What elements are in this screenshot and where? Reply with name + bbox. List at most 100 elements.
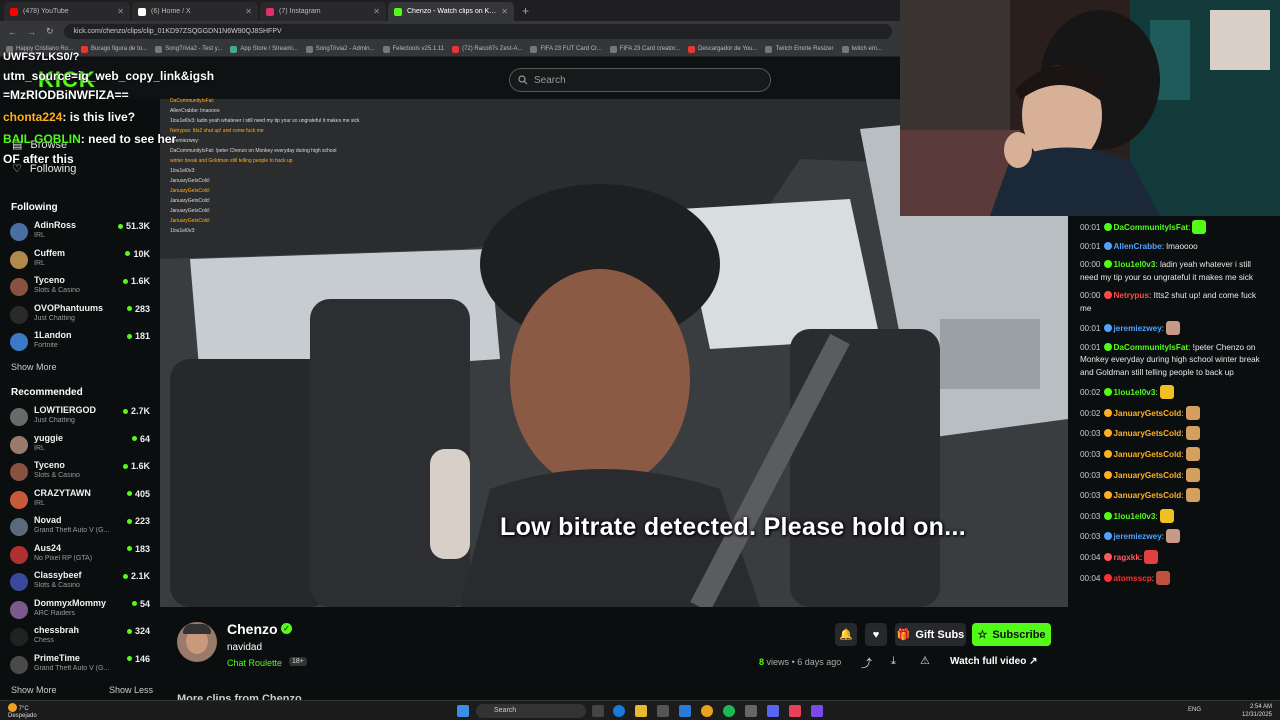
browser-tab[interactable]: (478) YouTube ✕: [4, 2, 130, 21]
taskbar-search[interactable]: Search: [476, 704, 586, 718]
tray-lang[interactable]: ENG: [1188, 707, 1201, 713]
spotify-icon[interactable]: [723, 705, 735, 717]
forward-icon[interactable]: →: [27, 27, 36, 37]
close-tab-icon[interactable]: ✕: [373, 7, 380, 16]
sidebar-channel-tyceno[interactable]: Tyceno Slots & Casino 1.6K: [10, 275, 150, 299]
task-view-icon[interactable]: [592, 705, 604, 717]
bookmark[interactable]: App Store / Streami...: [230, 45, 298, 53]
show-more-button[interactable]: Show More: [11, 685, 57, 695]
windows-start-icon[interactable]: [457, 705, 469, 717]
bookmark[interactable]: Burago figura de to...: [81, 45, 147, 53]
chat-username[interactable]: JanuaryGetsCold: [1114, 491, 1182, 500]
show-less-button[interactable]: Show Less: [109, 685, 153, 695]
chat-username[interactable]: 1lou1el0v3: [1114, 388, 1156, 397]
chat-username[interactable]: 1lou1el0v3: [1114, 512, 1156, 521]
external-link-icon: ↗: [1029, 656, 1038, 667]
file-explorer-icon[interactable]: [635, 705, 647, 717]
reload-icon[interactable]: ↻: [46, 26, 54, 37]
bookmark[interactable]: FIFA 23 Card creator...: [609, 45, 680, 53]
mini-chat-line: 1lou1el0v3:: [170, 168, 196, 174]
chat-username[interactable]: JanuaryGetsCold: [1114, 450, 1182, 459]
mini-chat-line: JanuaryGetsCold:: [170, 208, 211, 214]
notification-bell-button[interactable]: 🔔: [835, 623, 857, 646]
share-icon[interactable]: ⤴: [861, 655, 872, 671]
channel-name: AdinRoss: [34, 220, 77, 230]
chat-username[interactable]: jeremiezwey: [1114, 532, 1162, 541]
category-link[interactable]: Chat Roulette: [227, 658, 282, 668]
chat-username[interactable]: JanuaryGetsCold: [1114, 471, 1182, 480]
bookmark[interactable]: twitch em...: [841, 45, 882, 53]
sidebar-channel-1landon[interactable]: 1Landon Fortnite 181: [10, 330, 150, 354]
channel-category: Slots & Casino: [34, 582, 80, 589]
chat-username[interactable]: jeremiezwey: [1114, 324, 1162, 333]
edge-icon[interactable]: [613, 705, 625, 717]
bookmark[interactable]: (72) Raco87s Zest-A...: [452, 45, 522, 53]
bookmark[interactable]: SongTrivia2 - Admin...: [305, 45, 375, 53]
follow-heart-button[interactable]: ♥: [865, 623, 887, 646]
bookmark[interactable]: Descargador de You...: [688, 45, 757, 53]
channel-name: Classybeef: [34, 570, 82, 580]
sidebar-channel-yuggie[interactable]: yuggie IRL 64: [10, 433, 150, 457]
back-icon[interactable]: ←: [8, 27, 17, 37]
sidebar-channel-classybeef[interactable]: Classybeef Slots & Casino 2.1K: [10, 570, 150, 594]
sidebar-channel-novad[interactable]: Novad Grand Theft Auto V (G... 223: [10, 515, 150, 539]
clock[interactable]: 2:54 AM 12/31/2025: [1236, 703, 1272, 719]
settings-icon[interactable]: [745, 705, 757, 717]
close-tab-icon[interactable]: ✕: [501, 7, 508, 16]
chat-username[interactable]: AllenCrabbe: [1114, 242, 1162, 251]
watch-full-video-link[interactable]: Watch full video ↗: [950, 656, 1037, 667]
overlay-chat-message: OF after this: [3, 152, 74, 166]
chrome-icon[interactable]: [701, 705, 713, 717]
bookmarks-bar: Happy Cristiano Ro... Burago figura de t…: [0, 42, 900, 57]
chat-username[interactable]: DaCommunityIsFat: [1114, 343, 1189, 352]
sidebar-channel-lowtiergod[interactable]: LOWTIERGOD Just Chatting 2.7K: [10, 405, 150, 429]
close-tab-icon[interactable]: ✕: [117, 7, 124, 16]
sidebar-channel-aus24[interactable]: Aus24 No Pixel RP (GTA) 183: [10, 543, 150, 567]
weather-widget[interactable]: 7°C Despejado: [8, 703, 37, 720]
gift-subs-button[interactable]: 🎁 Gift Subs: [895, 623, 966, 646]
sidebar-channel-crazytawn[interactable]: CRAZYTAWN IRL 405: [10, 488, 150, 512]
sidebar-channel-tyceno[interactable]: Tyceno Slots & Casino 1.6K: [10, 460, 150, 484]
weather-icon: [8, 703, 17, 712]
sidebar-channel-ovophantuums[interactable]: OVOPhantuums Just Chatting 283: [10, 303, 150, 327]
browser-tab[interactable]: (6) Home / X ✕: [132, 2, 258, 21]
browser-tab-active[interactable]: Chenzo - Watch clips on Kick ✕: [388, 2, 514, 21]
sidebar-channel-chessbrah[interactable]: chessbrah Chess 324: [10, 625, 150, 649]
chat-username[interactable]: JanuaryGetsCold: [1114, 409, 1182, 418]
chat-username[interactable]: ragxkk: [1114, 553, 1140, 562]
bookmark[interactable]: FIFA 23 FUT Card Cr...: [530, 45, 602, 53]
star-icon: ☆: [977, 629, 988, 641]
subscribe-button[interactable]: ☆ Subscribe: [972, 623, 1051, 646]
browser-tab[interactable]: (7) Instagram ✕: [260, 2, 386, 21]
browser-tab-bar: (478) YouTube ✕ (6) Home / X ✕ (7) Instagr…: [0, 0, 900, 21]
search-input[interactable]: Search: [509, 68, 771, 92]
live-dot-icon: [126, 491, 132, 496]
new-tab-icon[interactable]: +: [516, 4, 535, 21]
chat-username[interactable]: Netrypus: [1114, 291, 1150, 300]
chat-username[interactable]: atomsscp: [1114, 574, 1152, 583]
download-icon[interactable]: ⤓: [891, 655, 896, 668]
bookmark[interactable]: Twitch Emote Resizer: [765, 45, 834, 53]
sidebar-channel-adinross[interactable]: AdinRoss IRL 51.3K: [10, 220, 150, 244]
store-icon[interactable]: [657, 705, 669, 717]
channel-category: Just Chatting: [34, 417, 75, 424]
chat-username[interactable]: DaCommunityIsFat: [1114, 223, 1189, 232]
show-more-button[interactable]: Show More: [11, 362, 57, 372]
sidebar-channel-primetime[interactable]: PrimeTime Grand Theft Auto V (G... 146: [10, 653, 150, 677]
chat-username[interactable]: 1lou1el0v3: [1114, 260, 1156, 269]
bookmark[interactable]: SongTrivia2 - Test y...: [155, 45, 222, 53]
url-field[interactable]: kick.com/chenzo/clips/clip_01KD97ZSQGGDN…: [63, 24, 892, 39]
music-icon[interactable]: [789, 705, 801, 717]
chat-username[interactable]: JanuaryGetsCold: [1114, 429, 1182, 438]
bookmark-icon: [841, 45, 849, 53]
sidebar-channel-cuffem[interactable]: Cuffem IRL 10K: [10, 248, 150, 272]
mail-icon[interactable]: [679, 705, 691, 717]
bookmark[interactable]: Felectools v25.1.11: [382, 45, 444, 53]
report-icon[interactable]: ⚠: [920, 654, 930, 667]
sidebar-channel-dommyxmommy[interactable]: DommyxMommy ARC Raiders 54: [10, 598, 150, 622]
close-tab-icon[interactable]: ✕: [245, 7, 252, 16]
channel-avatar[interactable]: [177, 622, 217, 662]
app-icon[interactable]: [811, 705, 823, 717]
channel-name[interactable]: Chenzo: [227, 621, 278, 637]
discord-icon[interactable]: [767, 705, 779, 717]
